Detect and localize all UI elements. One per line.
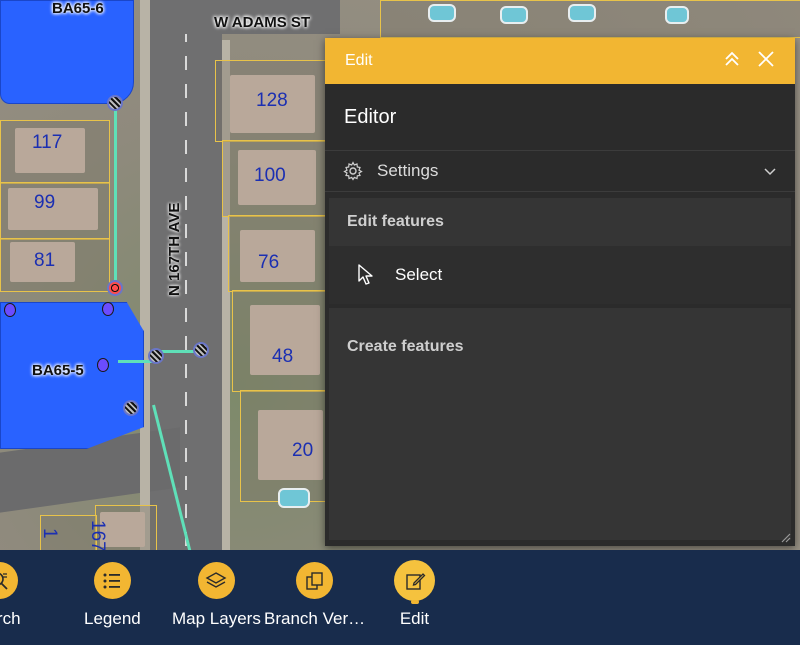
parcel-number: 76 xyxy=(258,252,280,273)
outfall-node[interactable] xyxy=(102,302,114,316)
edit-panel: Edit Editor Settings Edit features Selec… xyxy=(325,38,795,546)
parcel-number: 99 xyxy=(34,192,56,213)
outfall-node[interactable] xyxy=(4,303,16,317)
manhole-node[interactable] xyxy=(193,342,209,358)
parcel-number: 1 xyxy=(39,528,60,539)
parcel-number: 128 xyxy=(256,90,288,111)
pipe-segment[interactable] xyxy=(114,102,117,280)
close-icon[interactable] xyxy=(757,50,775,72)
street-label: W ADAMS ST xyxy=(214,14,311,31)
parcel-number: 48 xyxy=(272,346,294,367)
parcel-number: 167 xyxy=(87,520,108,550)
sidewalk xyxy=(140,0,150,550)
basin-label: BA65-6 xyxy=(52,0,104,17)
settings-row[interactable]: Settings xyxy=(325,151,795,192)
manhole-node[interactable] xyxy=(107,95,123,111)
toolbar-legend-label: Legend xyxy=(84,609,141,628)
outfall-node[interactable] xyxy=(97,358,109,372)
settings-label: Settings xyxy=(377,161,439,180)
pool xyxy=(568,4,596,22)
layers-icon xyxy=(197,562,235,599)
toolbar-search-button[interactable]: earch xyxy=(0,562,21,629)
select-tool-label: Select xyxy=(395,265,443,284)
basin-label: BA65-5 xyxy=(32,362,84,379)
toolbar-edit-label: Edit xyxy=(399,609,430,628)
pool xyxy=(665,6,689,24)
toolbar-branch-versions-label: Branch Ver… xyxy=(264,609,366,628)
toolbar-edit-button[interactable]: Edit xyxy=(396,562,433,629)
edit-features-section: Edit features Select xyxy=(329,198,791,304)
chevron-down-icon xyxy=(763,163,777,179)
toolbar-map-layers-label: Map Layers xyxy=(172,609,261,628)
manhole-node[interactable] xyxy=(123,400,139,416)
create-features-heading: Create features xyxy=(329,308,791,386)
edit-icon xyxy=(396,562,433,599)
gear-icon xyxy=(343,161,363,181)
active-indicator xyxy=(411,600,419,604)
toolbar-branch-versions-button[interactable]: Branch Ver… xyxy=(264,562,365,629)
editor-title: Editor xyxy=(325,84,795,151)
select-tool-button[interactable]: Select xyxy=(329,246,791,304)
resize-handle-icon[interactable] xyxy=(779,530,791,543)
create-features-section: Create features xyxy=(329,308,791,540)
edit-features-heading: Edit features xyxy=(329,198,791,246)
parcel-number: 20 xyxy=(292,440,314,461)
double-chevron-up-icon[interactable] xyxy=(723,50,741,72)
branch-versions-icon xyxy=(296,562,334,599)
toolbar-map-layers-button[interactable]: Map Layers xyxy=(172,562,261,629)
parcel-number: 100 xyxy=(254,165,286,186)
pool xyxy=(278,488,310,508)
manhole-node[interactable] xyxy=(148,348,164,364)
search-icon xyxy=(0,562,18,599)
toolbar-legend-button[interactable]: Legend xyxy=(84,562,141,629)
panel-title: Edit xyxy=(345,52,373,69)
pool xyxy=(428,4,456,22)
house-roof xyxy=(258,410,323,480)
toolbar-search-label: earch xyxy=(0,609,21,628)
panel-header: Edit xyxy=(325,38,795,84)
legend-icon xyxy=(93,562,131,599)
pool xyxy=(500,6,528,24)
parcel-number: 81 xyxy=(34,250,56,271)
cursor-arrow-icon xyxy=(357,264,375,286)
inlet-node[interactable] xyxy=(107,280,123,296)
bottom-toolbar: earch Legend Map Layers Branch Ver… Edit xyxy=(0,550,800,645)
street-label: N 167TH AVE xyxy=(166,202,183,296)
parcel-number: 117 xyxy=(32,132,63,153)
